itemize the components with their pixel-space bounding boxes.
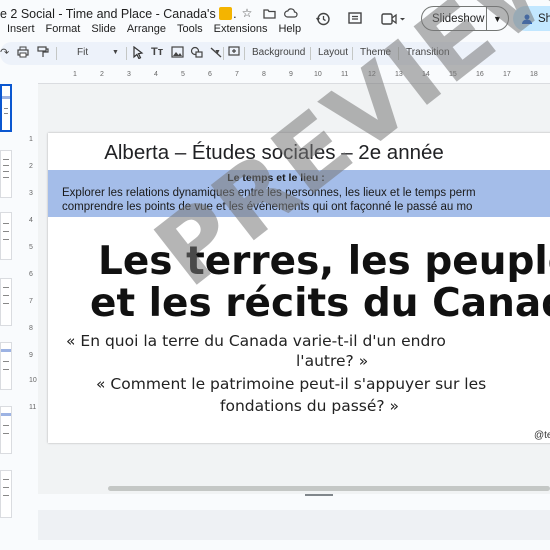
- question-line: l'autre? »: [296, 352, 369, 370]
- slide-thumbnail[interactable]: [0, 470, 12, 518]
- cloud-status-icon[interactable]: [284, 6, 298, 20]
- ruler-number: 6: [208, 71, 212, 78]
- thumb-line: [3, 425, 9, 426]
- ruler-number: 18: [530, 71, 538, 78]
- toolbar-divider: [126, 47, 127, 60]
- thumb-line: [4, 108, 8, 109]
- add-comment-icon[interactable]: [228, 46, 240, 61]
- ruler-number: 9: [29, 352, 33, 359]
- zoom-chevron-icon[interactable]: ▼: [112, 49, 119, 56]
- menu-slide[interactable]: Slide: [91, 23, 115, 35]
- document-title[interactable]: e 2 Social - Time and Place - Canada's L…: [0, 7, 237, 21]
- question-line: fondations du passé? »: [220, 397, 400, 415]
- slide-thumbnail[interactable]: [0, 406, 12, 454]
- menu-help[interactable]: Help: [278, 23, 301, 35]
- ruler-number: 1: [73, 71, 77, 78]
- thumb-line: [4, 113, 8, 114]
- title-icons: ☆: [219, 6, 298, 20]
- toolbar-divider: [310, 47, 311, 60]
- slides-folder-icon[interactable]: [219, 6, 232, 20]
- toolbar-divider: [56, 47, 57, 60]
- thumb-line: [3, 487, 9, 488]
- text-box-icon[interactable]: Tт: [151, 46, 163, 58]
- comments-icon[interactable]: [346, 10, 364, 28]
- ruler-number: 8: [29, 325, 33, 332]
- thumb-band: [1, 413, 11, 416]
- filmstrip: [0, 70, 22, 540]
- thumb-line: [3, 239, 9, 240]
- slide-thumbnail[interactable]: [0, 84, 12, 132]
- slides-app: e 2 Social - Time and Place - Canada's L…: [0, 0, 550, 550]
- background-button[interactable]: Background: [252, 47, 305, 58]
- thumb-line: [3, 287, 9, 288]
- ruler-number: 7: [235, 71, 239, 78]
- question-line: « En quoi la terre du Canada varie-t-il …: [66, 332, 446, 350]
- ruler-number: 10: [29, 377, 37, 384]
- ruler-number: 5: [181, 71, 185, 78]
- thumb-band: [2, 96, 10, 99]
- thumb-line: [3, 177, 9, 178]
- line-chevron-icon[interactable]: ▼: [214, 49, 221, 56]
- slide-thumbnail[interactable]: [0, 342, 12, 390]
- notes-drag-handle[interactable]: [305, 494, 333, 496]
- ruler-number: 6: [29, 271, 33, 278]
- thumb-line: [3, 369, 9, 370]
- horizontal-scrollbar[interactable]: [108, 486, 550, 491]
- thumb-line: [3, 433, 9, 434]
- star-icon[interactable]: ☆: [240, 6, 254, 20]
- ruler-number: 11: [29, 404, 37, 411]
- ruler-number: 7: [29, 298, 33, 305]
- thumb-line: [3, 223, 9, 224]
- thumb-line: [3, 171, 9, 172]
- thumb-line: [3, 361, 9, 362]
- ruler-number: 1: [29, 136, 33, 143]
- shape-icon[interactable]: [190, 46, 203, 61]
- thumb-line: [3, 479, 9, 480]
- author-handle: @te: [534, 430, 550, 441]
- menu-tools[interactable]: Tools: [177, 23, 203, 35]
- paint-format-icon[interactable]: [37, 46, 49, 61]
- question-line: « Comment le patrimoine peut-il s'appuye…: [96, 375, 487, 393]
- move-folder-icon[interactable]: [262, 6, 276, 20]
- select-cursor-icon[interactable]: [132, 45, 144, 62]
- thumb-line: [3, 495, 9, 496]
- menu-format[interactable]: Format: [46, 23, 81, 35]
- slide-thumbnail[interactable]: [0, 150, 12, 198]
- menu-insert[interactable]: Insert: [7, 23, 35, 35]
- zoom-select[interactable]: Fit: [77, 47, 88, 58]
- vertical-ruler: 1 2 3 4 5 6 7 8 9 10 11: [27, 84, 38, 464]
- menu-extensions[interactable]: Extensions: [214, 23, 268, 35]
- print-icon[interactable]: [17, 46, 29, 61]
- ruler-number: 3: [29, 190, 33, 197]
- speaker-notes-pane[interactable]: [38, 510, 550, 540]
- slide-thumbnail[interactable]: [0, 212, 12, 260]
- thumb-line: [3, 295, 9, 296]
- toolbar-divider: [223, 47, 224, 60]
- ruler-number: 2: [100, 71, 104, 78]
- main-title-line: et les récits du Canada: [90, 281, 550, 326]
- ruler-number: 2: [29, 163, 33, 170]
- image-icon[interactable]: [171, 46, 184, 61]
- ruler-number: 9: [289, 71, 293, 78]
- ruler-number: 4: [29, 217, 33, 224]
- ruler-number: 4: [154, 71, 158, 78]
- ruler-number: 5: [29, 244, 33, 251]
- version-history-icon[interactable]: [314, 10, 332, 28]
- menu-arrange[interactable]: Arrange: [127, 23, 166, 35]
- ruler-number: 3: [127, 71, 131, 78]
- ruler-number: 8: [262, 71, 266, 78]
- menu-bar: Insert Format Slide Arrange Tools Extens…: [7, 23, 312, 35]
- thumb-line: [3, 165, 9, 166]
- redo-icon[interactable]: ↷: [0, 46, 9, 59]
- thumb-line: [3, 159, 9, 160]
- toolbar-divider: [244, 47, 245, 60]
- thumb-line: [3, 303, 9, 304]
- thumb-band: [1, 349, 11, 352]
- slide-thumbnail[interactable]: [0, 278, 12, 326]
- thumb-line: [3, 231, 9, 232]
